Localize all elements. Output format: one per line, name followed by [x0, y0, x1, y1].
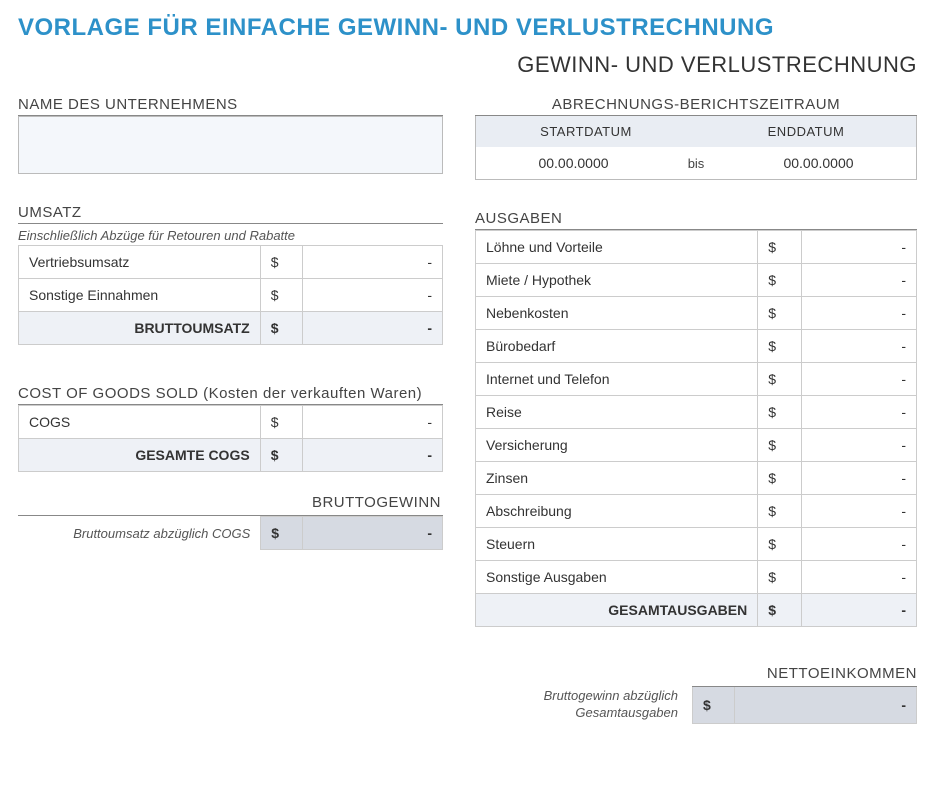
currency-symbol: $: [758, 561, 802, 594]
end-date-input[interactable]: 00.00.0000: [721, 147, 916, 179]
row-value[interactable]: -: [802, 561, 917, 594]
period-separator: bis: [671, 156, 721, 171]
cogs-total-row: GESAMTE COGS $ -: [19, 439, 443, 472]
sub-title: GEWINN- UND VERLUSTRECHNUNG: [18, 52, 917, 78]
currency-symbol: $: [758, 297, 802, 330]
expenses-label: AUSGABEN: [475, 210, 917, 227]
currency-symbol: $: [758, 330, 802, 363]
total-value: -: [303, 312, 443, 345]
table-row: Bürobedarf $ -: [476, 330, 917, 363]
main-title: VORLAGE FÜR EINFACHE GEWINN- UND VERLUST…: [18, 14, 917, 42]
start-date-label: STARTDATUM: [476, 116, 696, 147]
revenue-total-row: BRUTTOUMSATZ $ -: [19, 312, 443, 345]
net-income-value: -: [735, 687, 917, 724]
currency-symbol: $: [260, 406, 302, 439]
table-row: Reise $ -: [476, 396, 917, 429]
revenue-label: UMSATZ: [18, 204, 443, 221]
net-income-value-box: $ -: [692, 686, 917, 724]
row-value[interactable]: -: [802, 429, 917, 462]
gross-profit-value-box: $ -: [260, 516, 443, 550]
table-row: Steuern $ -: [476, 528, 917, 561]
period-row: 00.00.0000 bis 00.00.0000: [475, 147, 917, 180]
row-label[interactable]: COGS: [19, 406, 261, 439]
currency-symbol: $: [758, 495, 802, 528]
row-label[interactable]: Reise: [476, 396, 758, 429]
row-value[interactable]: -: [303, 406, 443, 439]
total-value: -: [303, 439, 443, 472]
currency-symbol: $: [260, 279, 302, 312]
start-date-input[interactable]: 00.00.0000: [476, 147, 671, 179]
row-label[interactable]: Abschreibung: [476, 495, 758, 528]
company-label: NAME DES UNTERNEHMENS: [18, 96, 443, 113]
row-label[interactable]: Sonstige Einnahmen: [19, 279, 261, 312]
row-label[interactable]: Löhne und Vorteile: [476, 231, 758, 264]
divider: [18, 223, 443, 224]
table-row: Vertriebsumsatz $ -: [19, 246, 443, 279]
currency-symbol: $: [758, 462, 802, 495]
row-value[interactable]: -: [802, 330, 917, 363]
currency-symbol: $: [260, 246, 302, 279]
table-row: Sonstige Einnahmen $ -: [19, 279, 443, 312]
table-row: Miete / Hypothek $ -: [476, 264, 917, 297]
row-value[interactable]: -: [802, 297, 917, 330]
row-value[interactable]: -: [802, 462, 917, 495]
currency-symbol: $: [758, 363, 802, 396]
gross-profit-value: -: [303, 516, 443, 550]
table-row: Zinsen $ -: [476, 462, 917, 495]
revenue-table: Vertriebsumsatz $ - Sonstige Einnahmen $…: [18, 245, 443, 345]
currency-symbol: $: [260, 312, 302, 345]
row-value[interactable]: -: [303, 279, 443, 312]
table-row: Sonstige Ausgaben $ -: [476, 561, 917, 594]
total-label: GESAMTAUSGABEN: [476, 594, 758, 627]
row-label[interactable]: Bürobedarf: [476, 330, 758, 363]
period-label: ABRECHNUNGS-BERICHTSZEITRAUM: [475, 96, 917, 113]
row-value[interactable]: -: [802, 396, 917, 429]
cogs-table: COGS $ - GESAMTE COGS $ -: [18, 405, 443, 472]
table-row: Internet und Telefon $ -: [476, 363, 917, 396]
row-value[interactable]: -: [802, 528, 917, 561]
currency-symbol: $: [758, 396, 802, 429]
gross-profit-note: Bruttoumsatz abzüglich COGS: [18, 526, 260, 541]
total-label: GESAMTE COGS: [19, 439, 261, 472]
end-date-label: ENDDATUM: [696, 116, 916, 147]
currency-symbol: $: [758, 264, 802, 297]
currency-symbol: $: [692, 687, 735, 724]
revenue-note: Einschließlich Abzüge für Retouren und R…: [18, 228, 443, 243]
row-label[interactable]: Zinsen: [476, 462, 758, 495]
row-value[interactable]: -: [303, 246, 443, 279]
row-value[interactable]: -: [802, 363, 917, 396]
row-label[interactable]: Sonstige Ausgaben: [476, 561, 758, 594]
currency-symbol: $: [758, 594, 802, 627]
net-income-note: Bruttogewinn abzüglich Gesamtausgaben: [544, 688, 692, 722]
currency-symbol: $: [758, 429, 802, 462]
row-label[interactable]: Versicherung: [476, 429, 758, 462]
cogs-label: COST OF GOODS SOLD (Kosten der verkaufte…: [18, 385, 443, 402]
row-value[interactable]: -: [802, 264, 917, 297]
expenses-total-row: GESAMTAUSGABEN $ -: [476, 594, 917, 627]
company-name-input[interactable]: [18, 116, 443, 174]
gross-profit-label: BRUTTOGEWINN: [18, 494, 443, 511]
net-income-label: NETTOEINKOMMEN: [18, 665, 917, 682]
period-header: STARTDATUM ENDDATUM: [475, 116, 917, 147]
table-row: Löhne und Vorteile $ -: [476, 231, 917, 264]
row-value[interactable]: -: [802, 231, 917, 264]
table-row: Nebenkosten $ -: [476, 297, 917, 330]
total-value: -: [802, 594, 917, 627]
expenses-table: Löhne und Vorteile $ - Miete / Hypothek …: [475, 230, 917, 627]
currency-symbol: $: [758, 231, 802, 264]
currency-symbol: $: [260, 516, 303, 550]
table-row: Versicherung $ -: [476, 429, 917, 462]
total-label: BRUTTOUMSATZ: [19, 312, 261, 345]
row-value[interactable]: -: [802, 495, 917, 528]
row-label[interactable]: Vertriebsumsatz: [19, 246, 261, 279]
currency-symbol: $: [260, 439, 302, 472]
row-label[interactable]: Nebenkosten: [476, 297, 758, 330]
row-label[interactable]: Steuern: [476, 528, 758, 561]
row-label[interactable]: Internet und Telefon: [476, 363, 758, 396]
table-row: COGS $ -: [19, 406, 443, 439]
currency-symbol: $: [758, 528, 802, 561]
row-label[interactable]: Miete / Hypothek: [476, 264, 758, 297]
table-row: Abschreibung $ -: [476, 495, 917, 528]
